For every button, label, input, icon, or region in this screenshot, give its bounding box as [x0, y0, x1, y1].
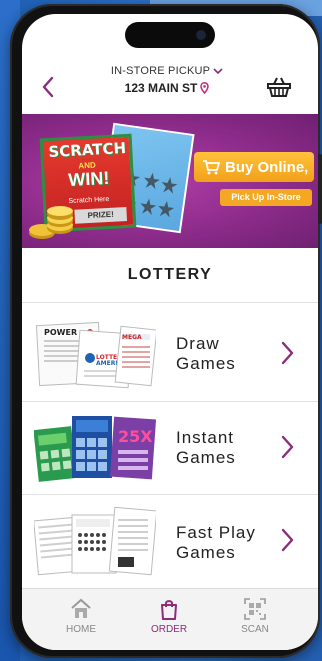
nav-item-scan[interactable]: SCAN	[220, 597, 290, 645]
nav-item-order[interactable]: ORDER	[134, 597, 204, 645]
game-label-line1: Instant	[176, 428, 235, 447]
page-title: LOTTERY	[127, 266, 213, 283]
fast-play-tickets-icon	[34, 506, 156, 576]
scratch-here-text: Scratch Here	[68, 195, 110, 206]
camera-dot	[196, 30, 206, 40]
bottom-nav: HOME ORDER SCAN	[22, 588, 318, 650]
divider	[22, 302, 318, 303]
game-label-line1: Fast Play	[176, 523, 256, 542]
basket-icon[interactable]	[266, 76, 292, 98]
nav-item-home[interactable]: HOME	[46, 597, 116, 645]
game-category-label: Draw Games	[176, 334, 286, 374]
list-item-draw-games[interactable]: POWER LOTTERY AMERICA MEGA Draw Games	[22, 308, 318, 400]
chevron-down-icon	[213, 67, 223, 74]
list-item-fast-play-games[interactable]: Fast Play Games	[22, 495, 318, 587]
list-item-instant-games[interactable]: 25X Instant Games	[22, 402, 318, 494]
pickup-mode-selector[interactable]: IN-STORE PICKUP	[92, 62, 242, 80]
game-label-line1: Draw	[176, 334, 220, 353]
location-pin-icon	[200, 82, 210, 94]
pickup-instore-badge[interactable]: Pick Up In-Store	[220, 189, 312, 206]
app-screen: IN-STORE PICKUP 123 MAIN ST SCRATCH AND …	[22, 14, 318, 650]
nav-label-order: ORDER	[150, 624, 188, 635]
buy-online-button[interactable]: Buy Online,	[194, 152, 314, 182]
buy-online-label: Buy Online,	[225, 158, 309, 176]
prize-scratch-area: PRIZE!	[74, 207, 128, 224]
chevron-left-icon	[42, 76, 54, 98]
game-category-label: Instant Games	[176, 428, 286, 468]
app-header: IN-STORE PICKUP 123 MAIN ST	[22, 60, 318, 108]
shopping-bag-icon	[161, 600, 177, 620]
svg-text:POWER: POWER	[44, 328, 77, 337]
scratch-ticket-win: WIN!	[67, 167, 110, 191]
chevron-right-icon	[281, 435, 294, 459]
chevron-right-icon	[281, 341, 294, 365]
dynamic-island	[125, 22, 215, 48]
game-label-line2: Games	[176, 448, 236, 467]
cart-icon	[203, 160, 220, 175]
phone-side-button	[318, 154, 322, 224]
scratch-ticket-title: SCRATCH	[48, 138, 127, 162]
draw-games-tickets-icon: POWER LOTTERY AMERICA MEGA	[35, 321, 156, 389]
svg-text:MEGA: MEGA	[122, 334, 142, 341]
back-button[interactable]	[38, 74, 58, 100]
nav-label-home: HOME	[66, 624, 96, 635]
svg-text:25X: 25X	[118, 427, 153, 446]
store-address-label: 123 MAIN ST	[124, 81, 198, 95]
chevron-right-icon	[281, 528, 294, 552]
game-category-label: Fast Play Games	[176, 523, 286, 563]
game-label-line2: Games	[176, 354, 236, 373]
qr-scan-icon	[244, 598, 266, 620]
nav-label-scan: SCAN	[241, 624, 269, 635]
gold-coins-icon	[29, 206, 73, 239]
pickup-mode-label: IN-STORE PICKUP	[110, 65, 211, 77]
instant-games-tickets-icon: 25X	[34, 416, 156, 482]
store-address[interactable]: 123 MAIN ST	[92, 79, 242, 97]
game-label-line2: Games	[176, 543, 236, 562]
promo-banner[interactable]: SCRATCH AND WIN! Scratch Here PRIZE! Buy…	[22, 114, 318, 248]
home-icon	[71, 598, 91, 618]
